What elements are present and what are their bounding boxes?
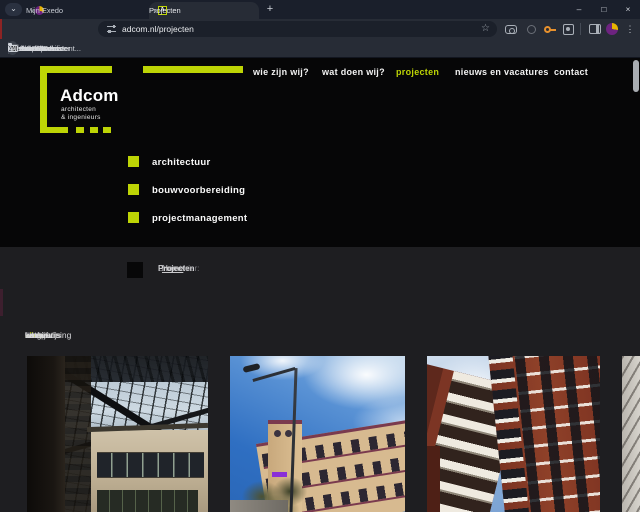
project-photo-cutoff[interactable] (622, 356, 640, 512)
password-key-icon[interactable] (544, 24, 556, 36)
menu-projectmanagement[interactable]: projectmanagement (152, 213, 247, 224)
close-window-button[interactable]: × (621, 2, 635, 16)
logo-dot (76, 127, 84, 133)
logo-wordmark[interactable]: Adcom (60, 86, 119, 106)
site-settings-icon[interactable] (107, 25, 116, 33)
logo-dot (103, 127, 111, 133)
edge-image-sliver (0, 289, 3, 316)
foreground-brick-edge (427, 446, 440, 512)
window-band (97, 452, 204, 478)
logo-top-bar (40, 66, 112, 73)
bookmark-star-icon[interactable]: ☆ (481, 22, 490, 36)
minimize-button[interactable]: – (572, 2, 586, 16)
logo-dot (90, 127, 98, 133)
tab-search-button[interactable]: ⌄ (5, 3, 22, 16)
camera-extension-icon[interactable] (505, 25, 517, 34)
bookmarks-bar: Favicon Generator qConv.com Adobe Expres… (0, 39, 640, 58)
steel-column (27, 356, 65, 512)
porthole-window (274, 430, 281, 437)
side-panel-icon[interactable] (589, 24, 601, 34)
toolbar-divider (580, 23, 581, 35)
new-tab-button[interactable]: + (263, 2, 277, 16)
address-bar[interactable]: adcom.nl/projecten ☆ (98, 21, 497, 37)
logo-bottom-bar (40, 127, 68, 133)
tab-strip: ⌄ Mijn Exedo × A Projecten × + – □ × (0, 0, 640, 19)
nav-wie-zijn-wij[interactable]: wie zijn wij? (253, 65, 309, 79)
url-text[interactable]: adcom.nl/projecten (122, 21, 194, 37)
nav-wat-doen-wij[interactable]: wat doen wij? (322, 65, 385, 79)
page-scrollbar-thumb[interactable] (633, 60, 639, 92)
breadcrumb-current: Projecten (158, 264, 194, 273)
profile-avatar[interactable] (606, 23, 618, 35)
close-tab-icon[interactable]: × (30, 6, 35, 16)
pavement (230, 500, 288, 512)
project-photo-office-building[interactable] (230, 356, 405, 512)
disabled-extension-icon[interactable] (527, 25, 536, 34)
menu-bullet-square (128, 184, 139, 195)
extensions-puzzle-icon[interactable] (563, 24, 574, 35)
menu-bullet-square (128, 156, 139, 167)
project-photo-industrial-hall[interactable] (27, 356, 208, 512)
steel-column (65, 356, 91, 512)
project-photo-brick-towers[interactable] (427, 356, 600, 512)
menu-bouwvoorbereiding[interactable]: bouwvoorbereiding (152, 185, 245, 196)
header-accent-bar (143, 66, 243, 73)
breadcrumb-square (127, 262, 143, 278)
all-bookmarks-label: Alle bookmarks (8, 44, 59, 53)
maximize-button[interactable]: □ (597, 2, 611, 16)
close-tab-icon[interactable]: × (153, 6, 158, 16)
nav-contact[interactable]: contact (554, 65, 588, 79)
right-tower (488, 356, 600, 512)
logo-left-bar (40, 66, 47, 132)
tab-mijn-exedo[interactable]: Mijn Exedo × (26, 2, 147, 19)
tab-projecten[interactable]: A Projecten × (149, 2, 259, 19)
menu-bullet-square (128, 212, 139, 223)
porthole-window (285, 430, 292, 437)
browser-window: ⌄ Mijn Exedo × A Projecten × + – □ × ← →… (0, 0, 640, 512)
nav-nieuws-en-vacatures[interactable]: nieuws en vacatures (455, 65, 549, 79)
page-viewport: Adcom architecten & ingenieurs wie zijn … (0, 58, 640, 512)
logo-subtitle: & ingenieurs (61, 114, 101, 121)
nav-projecten[interactable]: projecten (396, 65, 439, 79)
balcony-texture (622, 356, 640, 512)
window-band (97, 490, 198, 512)
window-grid (515, 356, 600, 512)
filter-renovatie[interactable]: renovatie (25, 330, 60, 340)
menu-architectuur[interactable]: architectuur (152, 157, 211, 168)
chrome-menu-icon[interactable]: ⋮ (625, 22, 635, 36)
logo-subtitle: architecten (61, 106, 96, 113)
